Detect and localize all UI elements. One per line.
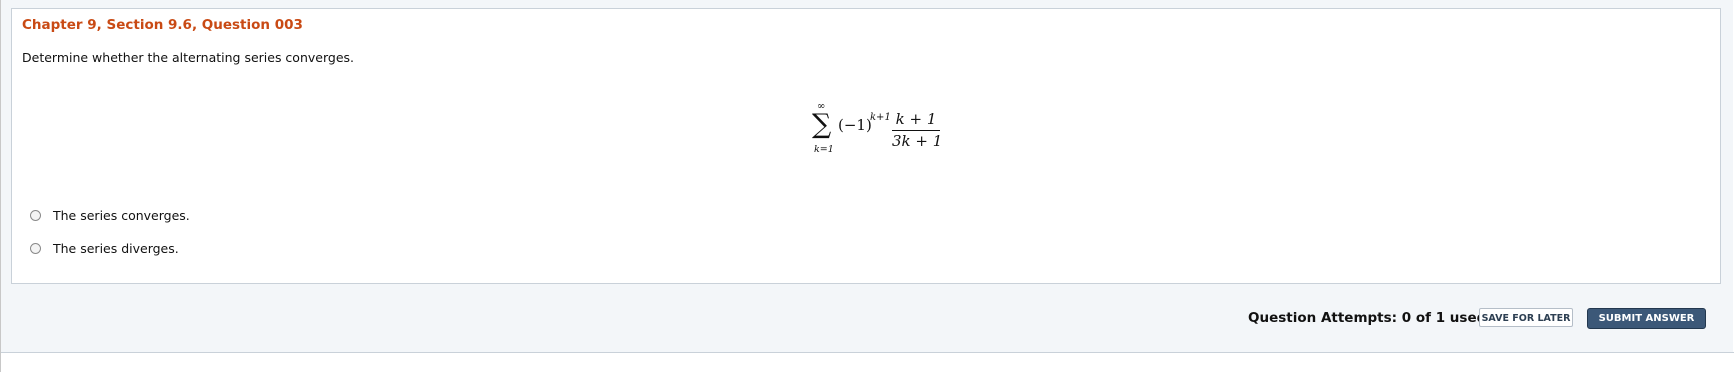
fraction-denominator: 3k + 1 <box>892 132 943 150</box>
fraction-numerator: k + 1 <box>895 110 937 128</box>
sum-lower-limit: k=1 <box>814 144 834 155</box>
question-attempts: Question Attempts: 0 of 1 used <box>1248 310 1487 326</box>
fraction-bar <box>892 130 940 131</box>
radio-button[interactable] <box>30 210 41 221</box>
fraction-term: k + 1 3k + 1 <box>892 110 943 150</box>
series-formula: ∞ ∑ k=1 (−1) k+1 k + 1 3k + 1 <box>800 97 960 162</box>
submit-answer-button[interactable]: SUBMIT ANSWER <box>1587 308 1706 329</box>
question-prompt: Determine whether the alternating series… <box>22 50 354 65</box>
bottom-divider <box>1 352 1734 372</box>
choice-label: The series converges. <box>53 208 190 223</box>
question-panel: Chapter 9, Section 9.6, Question 003 Det… <box>11 8 1721 284</box>
question-title: Chapter 9, Section 9.6, Question 003 <box>22 17 303 33</box>
summation-sign: ∑ <box>812 109 832 140</box>
alternating-base: (−1) <box>838 116 872 134</box>
question-frame: Chapter 9, Section 9.6, Question 003 Det… <box>0 0 1734 372</box>
choice-label: The series diverges. <box>53 241 179 256</box>
save-for-later-button[interactable]: SAVE FOR LATER <box>1479 308 1573 327</box>
radio-button[interactable] <box>30 243 41 254</box>
alternating-exponent: k+1 <box>870 112 891 123</box>
choice-converges[interactable]: The series converges. <box>30 208 190 223</box>
choice-diverges[interactable]: The series diverges. <box>30 241 179 256</box>
